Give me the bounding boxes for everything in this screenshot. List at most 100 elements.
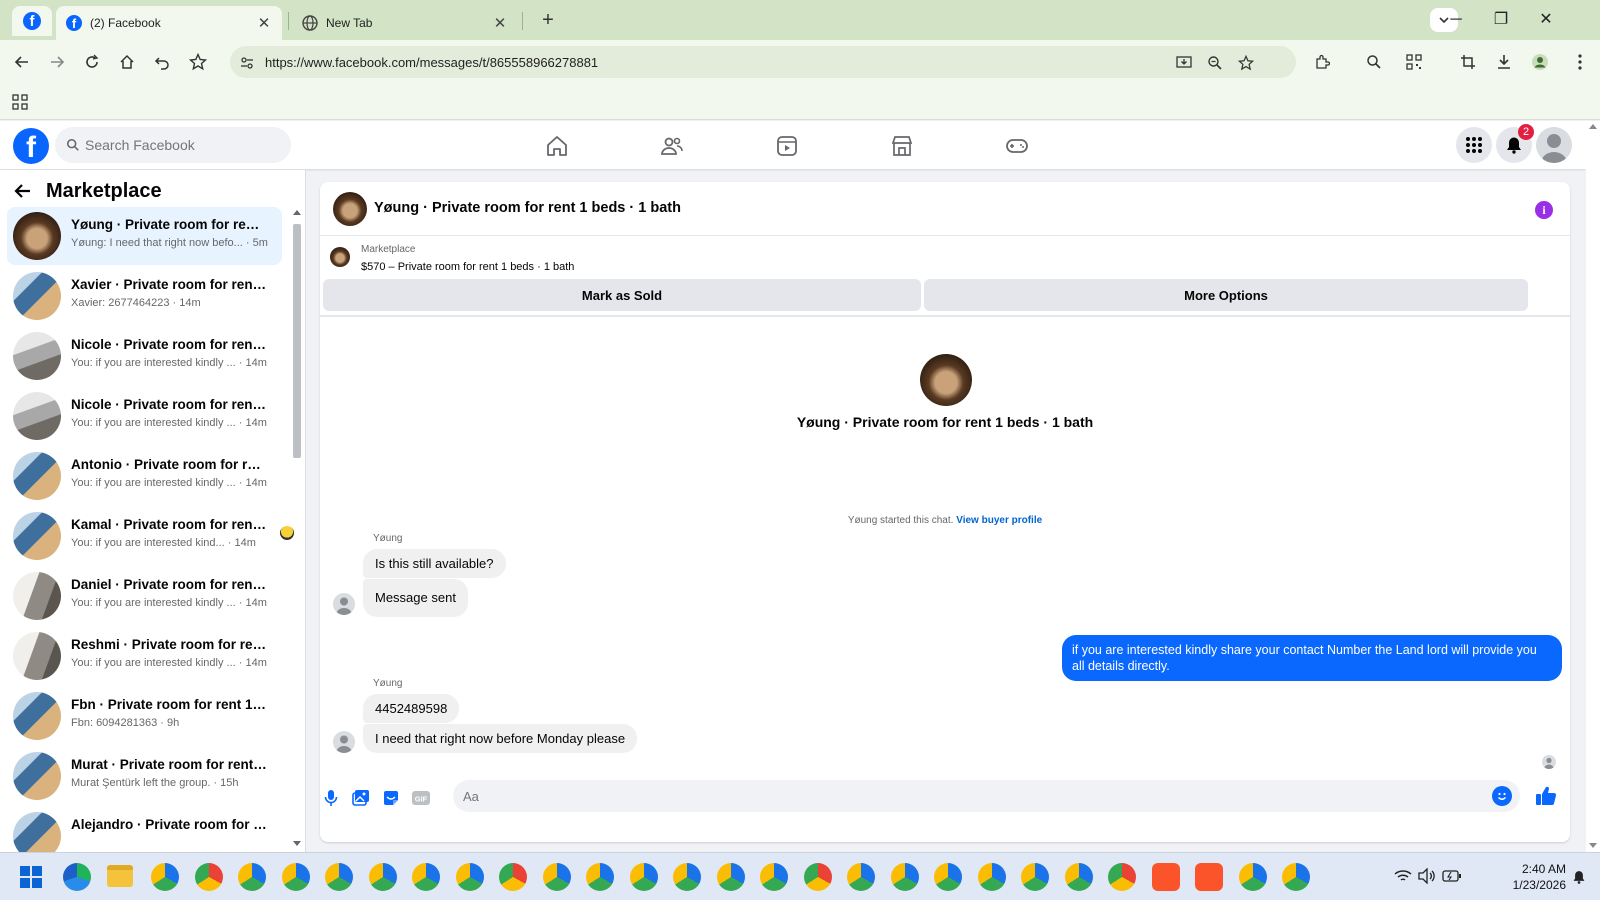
more-options-button[interactable]: More Options xyxy=(924,279,1528,311)
notifications-button[interactable]: 2 xyxy=(1496,124,1534,163)
taskbar-browser-icon[interactable] xyxy=(542,863,571,891)
conversation-item[interactable]: Nicole · Private room for rent 1 beds · … xyxy=(7,327,282,385)
account-avatar[interactable] xyxy=(1536,127,1572,163)
menu-button[interactable] xyxy=(1456,127,1492,163)
arrow-left-icon[interactable] xyxy=(14,182,32,200)
emoji-icon[interactable] xyxy=(1492,786,1512,806)
close-window-button[interactable]: ✕ xyxy=(1532,8,1560,32)
reload-button[interactable] xyxy=(80,50,104,74)
taskbar-browser-icon[interactable] xyxy=(194,863,223,891)
taskbar-browser-icon[interactable] xyxy=(368,863,397,891)
undo-button[interactable] xyxy=(150,50,174,74)
brave-browser-icon[interactable] xyxy=(1151,863,1180,891)
nav-friends[interactable] xyxy=(657,131,687,161)
conversation-list-scrollbar[interactable] xyxy=(289,210,303,852)
extensions-button[interactable] xyxy=(1310,50,1334,74)
scroll-down-icon[interactable] xyxy=(1589,843,1597,848)
scrollbar-thumb[interactable] xyxy=(293,224,301,458)
profile-button[interactable] xyxy=(1528,50,1552,74)
search-tabs-button[interactable] xyxy=(1362,50,1386,74)
taskbar-browser-icon[interactable] xyxy=(1021,863,1049,891)
microphone-icon[interactable] xyxy=(320,787,342,809)
taskbar-browser-icon[interactable] xyxy=(629,863,658,891)
taskbar-browser-icon[interactable] xyxy=(499,863,527,891)
view-buyer-profile-link[interactable]: View buyer profile xyxy=(956,515,1042,526)
taskbar-browser-icon[interactable] xyxy=(586,863,614,891)
conversation-avatar[interactable] xyxy=(333,192,367,226)
bookmark-button[interactable] xyxy=(186,50,210,74)
home-button[interactable] xyxy=(115,50,139,74)
conversation-item[interactable]: Antonio · Private room for rent 1 beds ·… xyxy=(7,447,282,505)
browser-menu-button[interactable] xyxy=(1568,50,1592,74)
thumbs-up-icon[interactable] xyxy=(1534,784,1558,808)
conversation-item[interactable]: Nicole · Private room for rent 1 beds · … xyxy=(7,387,282,445)
nav-video[interactable] xyxy=(772,131,802,161)
taskbar-browser-icon[interactable] xyxy=(455,863,484,891)
taskbar-browser-icon[interactable] xyxy=(760,863,788,891)
notification-bell-icon[interactable] xyxy=(1572,869,1586,885)
sender-avatar[interactable] xyxy=(333,731,355,753)
conversation-item[interactable]: Kamal · Private room for rent 1 beds · 1… xyxy=(7,507,294,565)
incoming-message[interactable]: Message sent xyxy=(363,579,468,617)
taskbar-browser-icon[interactable] xyxy=(325,863,353,891)
tab-close-icon[interactable]: ✕ xyxy=(492,14,508,32)
mark-as-sold-button[interactable]: Mark as Sold xyxy=(323,279,921,311)
conversation-item[interactable]: Yøung · Private room for rent 1 beds · 1… xyxy=(7,207,282,265)
bookmark-star-icon[interactable] xyxy=(1235,52,1257,74)
nav-marketplace[interactable] xyxy=(887,131,917,161)
wifi-icon[interactable] xyxy=(1394,868,1412,884)
pinned-facebook-tab[interactable]: f xyxy=(12,6,52,36)
photo-icon[interactable] xyxy=(350,787,372,809)
crop-button[interactable] xyxy=(1456,50,1480,74)
brave-browser-icon[interactable] xyxy=(1195,863,1223,891)
volume-icon[interactable] xyxy=(1418,868,1436,884)
scroll-down-icon[interactable] xyxy=(293,841,301,846)
qr-code-button[interactable] xyxy=(1402,50,1426,74)
scroll-up-icon[interactable] xyxy=(293,210,301,215)
nav-gaming[interactable] xyxy=(1002,131,1032,161)
incoming-message[interactable]: I need that right now before Monday plea… xyxy=(363,724,638,753)
gif-icon[interactable]: GIF xyxy=(410,787,432,809)
taskbar-browser-icon[interactable] xyxy=(803,863,832,891)
address-bar[interactable]: https://www.facebook.com/messages/t/8655… xyxy=(230,46,1296,78)
forward-button[interactable] xyxy=(45,50,69,74)
taskbar-browser-icon[interactable] xyxy=(716,863,745,891)
install-app-icon[interactable] xyxy=(1173,52,1195,74)
info-icon[interactable]: i xyxy=(1535,201,1553,219)
taskbar-browser-icon[interactable] xyxy=(238,863,266,891)
scroll-up-icon[interactable] xyxy=(1589,124,1597,129)
taskbar-browser-icon[interactable] xyxy=(151,863,179,891)
battery-icon[interactable] xyxy=(1442,869,1462,883)
conversation-item[interactable]: Murat · Private room for rent 1 beds · 1… xyxy=(7,747,282,805)
edge-icon[interactable] xyxy=(63,863,91,891)
minimize-button[interactable]: ─ xyxy=(1442,8,1470,32)
tab-new-tab[interactable]: New Tab ✕ xyxy=(292,6,518,40)
taskbar-browser-icon[interactable] xyxy=(673,863,701,891)
intro-avatar[interactable] xyxy=(920,354,972,406)
taskbar-browser-icon[interactable] xyxy=(847,863,875,891)
taskbar-browser-icon[interactable] xyxy=(412,863,440,891)
taskbar-browser-icon[interactable] xyxy=(1108,863,1136,891)
message-input[interactable] xyxy=(463,780,1463,812)
outgoing-message[interactable]: if you are interested kindly share your … xyxy=(1062,635,1562,681)
back-button[interactable] xyxy=(10,50,34,74)
downloads-button[interactable] xyxy=(1492,50,1516,74)
new-tab-button[interactable]: + xyxy=(536,9,560,31)
sticker-icon[interactable] xyxy=(380,787,402,809)
facebook-logo[interactable]: f xyxy=(13,128,49,164)
conversation-item[interactable]: Daniel · Private room for rent 1 beds · … xyxy=(7,567,282,625)
listing-title[interactable]: $570 – Private room for rent 1 beds · 1 … xyxy=(361,261,574,273)
conversation-item[interactable]: Alejandro · Private room for rent 1 beds… xyxy=(7,807,282,852)
incoming-message[interactable]: 4452489598 xyxy=(363,694,460,723)
taskbar-browser-icon[interactable] xyxy=(977,863,1006,891)
tab-close-icon[interactable]: ✕ xyxy=(256,14,272,32)
taskbar-browser-icon[interactable] xyxy=(1238,863,1267,891)
sender-avatar[interactable] xyxy=(333,593,355,615)
windows-start-icon[interactable] xyxy=(20,866,42,888)
listing-thumbnail[interactable] xyxy=(330,247,350,267)
taskbar-browser-icon[interactable] xyxy=(1282,863,1310,891)
taskbar-browser-icon[interactable] xyxy=(281,863,310,891)
nav-home[interactable] xyxy=(542,131,572,161)
page-scrollbar[interactable] xyxy=(1586,121,1600,852)
site-info-icon[interactable] xyxy=(236,52,258,74)
